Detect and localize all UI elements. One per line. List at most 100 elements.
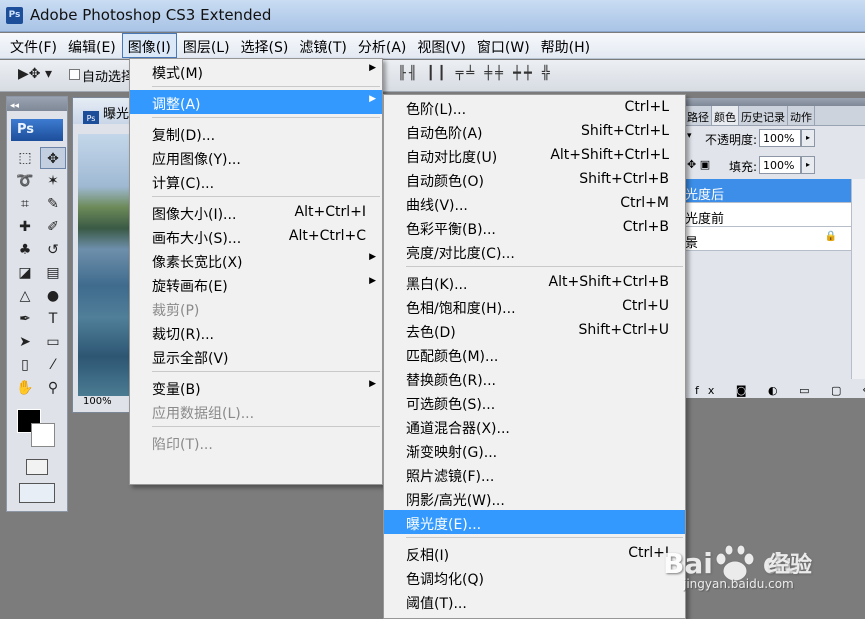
menu-item-label: 应用图像(Y)... [152,152,241,168]
adjust-menu-item[interactable]: 自动对比度(U) Alt+Shift+Ctrl+L [384,143,685,167]
eyedropper-tool-icon[interactable]: ⁄ [40,354,66,376]
blend-mode-dropdown-arrow[interactable]: ▾ [687,131,692,141]
adjust-menu-item[interactable]: 反相(I) Ctrl+I [384,541,685,565]
toolbox-grip[interactable]: ◂◂ [7,97,67,111]
image-menu-item[interactable]: 像素长宽比(X) ▶ [130,248,382,272]
image-menu-item: 陷印(T)... [130,430,382,454]
lock-icons[interactable]: ✥ ▣ [687,158,710,171]
hand-tool-icon[interactable]: ✋ [12,377,38,399]
adjust-menu-item[interactable]: 自动颜色(O) Shift+Ctrl+B [384,167,685,191]
menu-item-label: 裁剪(P) [152,303,200,319]
layers-bottom-icons[interactable]: fx ◙ ◐ ▭ ▢ ⌫ [685,384,865,400]
adjust-menu-item[interactable]: 色阶(L)... Ctrl+L [384,95,685,119]
healing-brush-tool-icon[interactable]: ✚ [12,216,38,238]
adjust-menu-item[interactable]: 阈值(T)... [384,589,685,613]
pen-tool-icon[interactable]: ✒ [12,308,38,330]
quick-mask-button[interactable] [26,459,48,475]
menubar-item[interactable]: 编辑(E) [63,33,121,58]
image-menu-item[interactable]: 图像大小(I)... Alt+Ctrl+I [130,200,382,224]
adjust-menu-item[interactable]: 黑白(K)... Alt+Shift+Ctrl+B [384,270,685,294]
background-color-swatch[interactable] [31,423,55,447]
document-tab[interactable]: Ps 曝光 [73,98,129,124]
image-menu-item[interactable]: 变量(B) ▶ [130,375,382,399]
history-brush-tool-icon[interactable]: ↺ [40,239,66,261]
eraser-tool-icon[interactable]: ◪ [12,262,38,284]
fill-slider-button[interactable]: ▸ [801,156,815,174]
image-menu-item[interactable]: 显示全部(V) [130,344,382,368]
adjust-menu-item[interactable]: 阴影/高光(W)... [384,486,685,510]
panel-tab[interactable]: 路径 [685,106,712,125]
menubar-item[interactable]: 图像(I) [121,33,177,58]
layers-scrollbar[interactable] [851,179,865,379]
menu-item-label: 色相/饱和度(H)... [406,301,516,317]
shape-tool-icon[interactable]: ▭ [40,331,66,353]
gradient-tool-icon[interactable]: ▤ [40,262,66,284]
menubar-item[interactable]: 分析(A) [353,33,412,58]
magic-wand-tool-icon[interactable]: ✶ [40,170,66,192]
image-menu-item[interactable]: 复制(D)... [130,121,382,145]
auto-select-checkbox[interactable] [69,69,80,80]
menu-separator [152,86,380,87]
brush-tool-icon[interactable]: ✐ [40,216,66,238]
path-selection-tool-icon[interactable]: ➤ [12,331,38,353]
adjust-menu-item[interactable]: 通道混合器(X)... [384,414,685,438]
fill-input[interactable]: 100% [759,156,801,174]
adjust-menu-item[interactable]: 去色(D) Shift+Ctrl+U [384,318,685,342]
menubar-item[interactable]: 图层(L) [178,33,235,58]
image-menu-item[interactable]: 计算(C)... [130,169,382,193]
menubar-item[interactable]: 滤镜(T) [294,33,351,58]
menubar-item[interactable]: 选择(S) [236,33,294,58]
zoom-tool-icon[interactable]: ⚲ [40,377,66,399]
layer-row[interactable]: 光度前 [685,203,851,227]
screen-mode-button[interactable] [19,483,55,503]
menu-item-label: 自动对比度(U) [406,150,498,166]
image-menu-item[interactable]: 旋转画布(E) ▶ [130,272,382,296]
adjust-menu-item[interactable]: 色相/饱和度(H)... Ctrl+U [384,294,685,318]
panel-tab[interactable]: 历史记录 [739,106,788,125]
blur-tool-icon[interactable]: △ [12,285,38,307]
adjust-menu-item[interactable]: 可选颜色(S)... [384,390,685,414]
panel-grip[interactable] [685,98,865,106]
image-menu-item[interactable]: 应用图像(Y)... [130,145,382,169]
dodge-tool-icon[interactable]: ● [40,285,66,307]
adjust-menu-item[interactable]: 渐变映射(G)... [384,438,685,462]
move-tool-preset-icon[interactable]: ▶✥ ▾ [18,66,52,82]
clone-stamp-tool-icon[interactable]: ♣ [12,239,38,261]
layer-row[interactable]: 光度后 [685,179,851,203]
menu-separator [152,117,380,118]
adjust-menu-item[interactable]: 色调均化(Q) [384,565,685,589]
panel-tab[interactable]: 颜色 [712,106,739,125]
image-menu-item[interactable]: 调整(A) ▶ [130,90,382,114]
adjust-menu-item[interactable]: 照片滤镜(F)... [384,462,685,486]
image-menu-item[interactable]: 画布大小(S)... Alt+Ctrl+C [130,224,382,248]
adjust-menu-item[interactable]: 自动色阶(A) Shift+Ctrl+L [384,119,685,143]
adjust-menu-item[interactable]: 曝光度(E)... [384,510,685,534]
submenu-arrow-icon: ▶ [369,379,376,389]
opacity-input[interactable]: 100% [759,129,801,147]
notes-tool-icon[interactable]: ▯ [12,354,38,376]
slice-tool-icon[interactable]: ✎ [40,193,66,215]
panel-tab[interactable]: 动作 [788,106,815,125]
menubar-item[interactable]: 窗口(W) [472,33,535,58]
menubar-item[interactable]: 视图(V) [412,33,471,58]
menubar-item[interactable]: 帮助(H) [536,33,595,58]
menu-item-shortcut: Shift+Ctrl+L [581,123,669,139]
adjust-menu-item[interactable]: 曲线(V)... Ctrl+M [384,191,685,215]
menubar-item[interactable]: 文件(F) [5,33,62,58]
adjust-menu-item[interactable]: 匹配颜色(M)... [384,342,685,366]
move-tool-icon[interactable]: ✥ [40,147,66,169]
adjust-menu-item[interactable]: 亮度/对比度(C)... [384,239,685,263]
layer-row[interactable]: 景 🔒 [685,227,851,251]
type-tool-icon[interactable]: T [40,308,66,330]
adjust-menu-item[interactable]: 色彩平衡(B)... Ctrl+B [384,215,685,239]
adjust-menu-item[interactable]: 替换颜色(R)... [384,366,685,390]
lasso-tool-icon[interactable]: ➰ [12,170,38,192]
menu-item-label: 图像大小(I)... [152,207,237,223]
image-menu-item[interactable]: 模式(M) ▶ [130,59,382,83]
marquee-tool-icon[interactable]: ⬚ [12,147,38,169]
crop-tool-icon[interactable]: ⌗ [12,193,38,215]
fx-icon[interactable]: fx [695,384,723,397]
opacity-slider-button[interactable]: ▸ [801,129,815,147]
align-distribute-icons[interactable]: ╟╢ ┃┃ ╤╧ ╪╪ ┿┿ ╬ [398,66,553,81]
image-menu-item[interactable]: 裁切(R)... [130,320,382,344]
